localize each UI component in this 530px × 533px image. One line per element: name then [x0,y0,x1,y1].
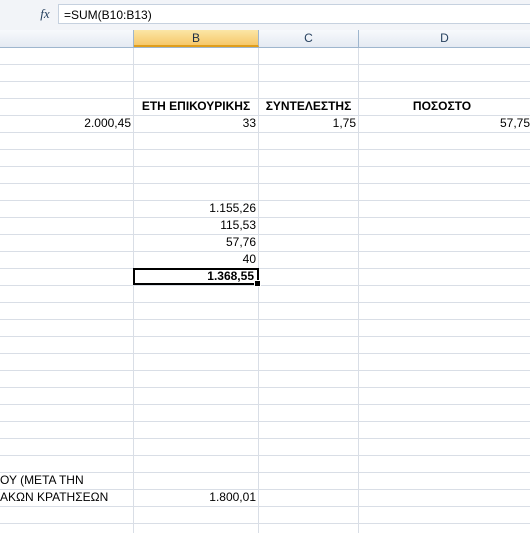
cell-b12[interactable]: 57,76 [134,234,256,250]
cell-a-note-line2[interactable]: ΑΚΩΝ ΚΡΑΤΗΣΕΩΝ [0,489,133,505]
cell-a-note-line1[interactable]: ΟΥ (ΜΕΤΑ ΤΗΝ [0,472,133,488]
cell-b-header[interactable]: ΕΤΗ ΕΠΙΚΟΥΡΙΚΗΣ [134,98,258,114]
column-header-b[interactable]: B [134,30,259,47]
cell-d-header[interactable]: ΠΟΣΟΣΤΟ [359,98,525,114]
cell-b13[interactable]: 40 [134,251,256,267]
cell-c-header[interactable]: ΣΥΝΤΕΛΕΣΤΗΣ [259,98,358,114]
column-header-bar: B C D [0,30,530,48]
column-header-c[interactable]: C [259,30,359,47]
column-header-a[interactable] [0,30,134,47]
formula-bar: fx =SUM(B10:B13) [0,0,530,31]
spreadsheet-grid[interactable]: ΕΤΗ ΕΠΙΚΟΥΡΙΚΗΣ ΣΥΝΤΕΛΕΣΤΗΣ ΠΟΣΟΣΤΟ 2.00… [0,48,530,533]
fill-handle[interactable] [254,280,261,287]
cell-b-value[interactable]: 33 [134,115,256,131]
column-header-d[interactable]: D [359,30,530,47]
cell-a-value[interactable]: 2.000,45 [0,115,131,131]
cell-b11[interactable]: 115,53 [134,217,256,233]
cell-c-value[interactable]: 1,75 [259,115,356,131]
cell-b-note-value[interactable]: 1.800,01 [134,489,256,505]
cell-b10[interactable]: 1.155,26 [134,200,256,216]
formula-input[interactable]: =SUM(B10:B13) [58,4,530,24]
cell-d-value[interactable]: 57,75 [359,115,530,131]
function-icon[interactable]: fx [36,6,54,22]
active-cell-selection[interactable] [133,268,261,287]
